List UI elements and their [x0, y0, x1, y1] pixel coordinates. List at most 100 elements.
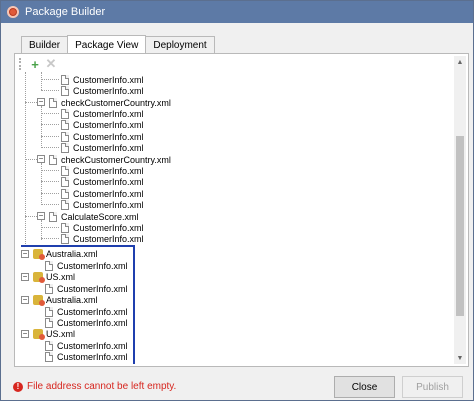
- tree-item-label: CustomerInfo.xml: [73, 233, 144, 244]
- tree-item-label: CustomerInfo.xml: [73, 176, 144, 187]
- tree-item-label: CalculateScore.xml: [61, 211, 139, 222]
- tree-item-label: CustomerInfo.xml: [73, 119, 144, 130]
- file-icon: [61, 199, 69, 210]
- warning-package-icon: [33, 294, 45, 306]
- package-view-panel: + ✕ − − − CustomerInfo.xml CustomerInfo.…: [14, 53, 469, 367]
- file-icon: [45, 283, 53, 294]
- tree-item[interactable]: CustomerInfo.xml: [45, 283, 128, 294]
- tree-item[interactable]: CustomerInfo.xml: [61, 199, 144, 210]
- tree-item-label: checkCustomerCountry.xml: [61, 97, 171, 108]
- warning-package-icon: [33, 248, 45, 260]
- warning-package-icon: [33, 328, 45, 340]
- tree-item[interactable]: CustomerInfo.xml: [61, 176, 144, 187]
- tree-item[interactable]: CustomerInfo.xml: [61, 233, 144, 244]
- collapse-toggle[interactable]: −: [37, 155, 45, 163]
- file-icon: [45, 351, 53, 362]
- tree-item[interactable]: CustomerInfo.xml: [61, 142, 144, 153]
- window-title: Package Builder: [25, 6, 106, 18]
- file-icon: [61, 165, 69, 176]
- file-icon: [61, 74, 69, 85]
- close-button[interactable]: Close: [334, 376, 395, 398]
- file-icon: [61, 119, 69, 130]
- scroll-up-icon[interactable]: ▲: [454, 56, 466, 68]
- vertical-scrollbar[interactable]: ▲ ▼: [454, 56, 466, 364]
- collapse-toggle[interactable]: −: [37, 98, 45, 106]
- tree-item-label: CustomerInfo.xml: [73, 142, 144, 153]
- tree-item-label: US.xml: [46, 328, 75, 339]
- tree-item-label: CustomerInfo.xml: [73, 165, 144, 176]
- app-icon: [7, 6, 19, 18]
- scroll-down-icon[interactable]: ▼: [454, 352, 466, 364]
- tree-item[interactable]: CalculateScore.xml: [49, 211, 139, 222]
- tree-item-label: CustomerInfo.xml: [57, 306, 128, 317]
- x-icon[interactable]: ✕: [43, 56, 59, 72]
- file-icon: [45, 340, 53, 351]
- toolbar-grip: [19, 58, 23, 70]
- file-icon: [61, 131, 69, 142]
- tree-item-label: CustomerInfo.xml: [57, 340, 128, 351]
- tree-item-label: CustomerInfo.xml: [57, 351, 128, 362]
- tree-item[interactable]: CustomerInfo.xml: [61, 108, 144, 119]
- file-icon: [45, 260, 53, 271]
- tree-item-label: US.xml: [46, 271, 75, 282]
- package-tree[interactable]: − − − CustomerInfo.xml CustomerInfo.xml …: [21, 72, 445, 364]
- tree-item-label: checkCustomerCountry.xml: [61, 154, 171, 165]
- file-icon: [61, 233, 69, 244]
- file-icon: [61, 108, 69, 119]
- collapse-toggle[interactable]: −: [37, 212, 45, 220]
- file-icon: [45, 317, 53, 328]
- file-icon: [61, 222, 69, 233]
- file-icon: [45, 306, 53, 317]
- file-icon: [49, 154, 57, 165]
- tab-builder[interactable]: Builder: [21, 36, 69, 53]
- file-icon: [61, 142, 69, 153]
- file-icon: [49, 97, 57, 108]
- file-icon: [61, 85, 69, 96]
- tree-item-label: Australia.xml: [46, 294, 98, 305]
- tree-item-label: Australia.xml: [46, 248, 98, 259]
- error-message: ! File address cannot be left empty.: [13, 381, 176, 392]
- tree-item-label: CustomerInfo.xml: [73, 85, 144, 96]
- tree-item[interactable]: checkCustomerCountry.xml: [49, 154, 171, 165]
- scroll-thumb[interactable]: [456, 136, 464, 316]
- collapse-toggle[interactable]: −: [21, 273, 29, 281]
- tab-deployment[interactable]: Deployment: [145, 36, 215, 53]
- plus-icon[interactable]: +: [27, 56, 43, 72]
- package-builder-window: Package Builder Builder Package View Dep…: [0, 0, 474, 401]
- tree-item[interactable]: US.xml: [33, 271, 75, 283]
- tree-item[interactable]: CustomerInfo.xml: [45, 317, 128, 328]
- tree-item-label: CustomerInfo.xml: [73, 131, 144, 142]
- tree-item[interactable]: CustomerInfo.xml: [61, 74, 144, 85]
- publish-button[interactable]: Publish: [402, 376, 463, 398]
- tree-item-label: CustomerInfo.xml: [57, 283, 128, 294]
- tab-package-view[interactable]: Package View: [67, 35, 147, 54]
- tree-item[interactable]: CustomerInfo.xml: [61, 85, 144, 96]
- tree-item[interactable]: CustomerInfo.xml: [61, 188, 144, 199]
- tree-item-label: CustomerInfo.xml: [73, 188, 144, 199]
- tree-item[interactable]: checkCustomerCountry.xml: [49, 97, 171, 108]
- tree-item-label: CustomerInfo.xml: [73, 108, 144, 119]
- tree-item[interactable]: CustomerInfo.xml: [61, 165, 144, 176]
- tree-item[interactable]: Australia.xml: [33, 294, 98, 306]
- tree-item[interactable]: CustomerInfo.xml: [61, 222, 144, 233]
- collapse-toggle[interactable]: −: [21, 330, 29, 338]
- tab-strip: Builder Package View Deployment: [21, 35, 215, 54]
- tree-item[interactable]: CustomerInfo.xml: [45, 306, 128, 317]
- tree-item[interactable]: US.xml: [33, 328, 75, 340]
- tree-item[interactable]: CustomerInfo.xml: [45, 260, 128, 271]
- tree-item[interactable]: CustomerInfo.xml: [61, 131, 144, 142]
- tree-item[interactable]: CustomerInfo.xml: [61, 119, 144, 130]
- tree-item-label: CustomerInfo.xml: [73, 222, 144, 233]
- error-icon: !: [13, 381, 23, 392]
- file-icon: [61, 188, 69, 199]
- tree-item-label: CustomerInfo.xml: [73, 74, 144, 85]
- tree-toolbar: + ✕: [15, 54, 468, 74]
- tree-item[interactable]: Australia.xml: [33, 248, 98, 260]
- file-icon: [49, 211, 57, 222]
- collapse-toggle[interactable]: −: [21, 250, 29, 258]
- collapse-toggle[interactable]: −: [21, 296, 29, 304]
- title-bar: Package Builder: [1, 1, 473, 23]
- tree-item[interactable]: CustomerInfo.xml: [45, 351, 128, 362]
- file-icon: [61, 176, 69, 187]
- tree-item[interactable]: CustomerInfo.xml: [45, 340, 128, 351]
